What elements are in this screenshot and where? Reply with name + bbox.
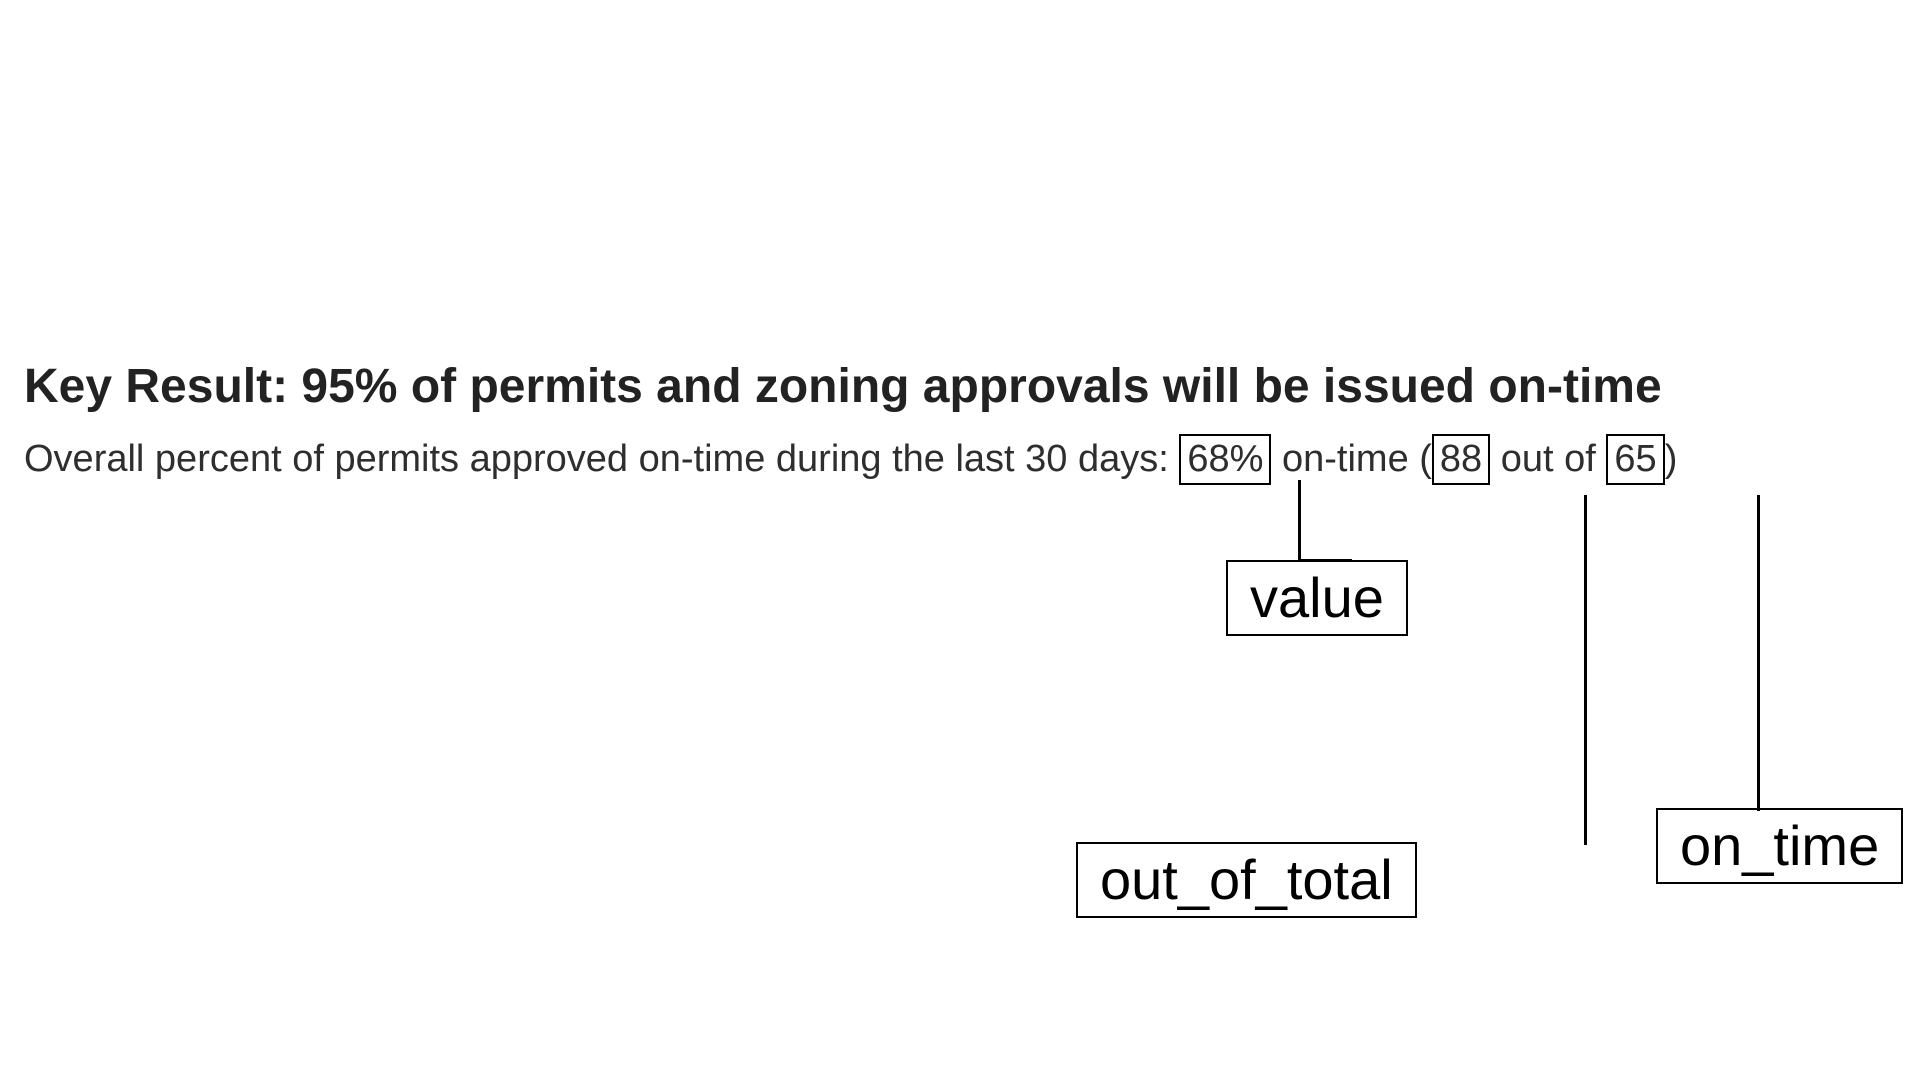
boxed-on-time: 65 [1606, 434, 1664, 486]
boxed-out-of-total: 88 [1432, 434, 1490, 486]
label-value: value [1226, 560, 1408, 636]
connector-line [1584, 495, 1587, 845]
subtitle-prefix: Overall percent of permits approved on-t… [24, 438, 1169, 480]
label-on-time: on_time [1656, 808, 1903, 884]
subtitle-mid2: out of [1501, 438, 1596, 480]
connector-line [1757, 495, 1760, 811]
subtitle-mid1: on-time ( [1282, 438, 1432, 480]
content-block: Key Result: 95% of permits and zoning ap… [24, 358, 1677, 485]
connector-line [1298, 480, 1301, 562]
connector-line [1298, 559, 1352, 562]
label-out-of-total: out_of_total [1076, 842, 1417, 918]
subtitle-line: Overall percent of permits approved on-t… [24, 434, 1677, 486]
key-result-title: Key Result: 95% of permits and zoning ap… [24, 358, 1677, 416]
subtitle-suffix: ) [1665, 438, 1678, 480]
boxed-value: 68% [1179, 434, 1271, 486]
